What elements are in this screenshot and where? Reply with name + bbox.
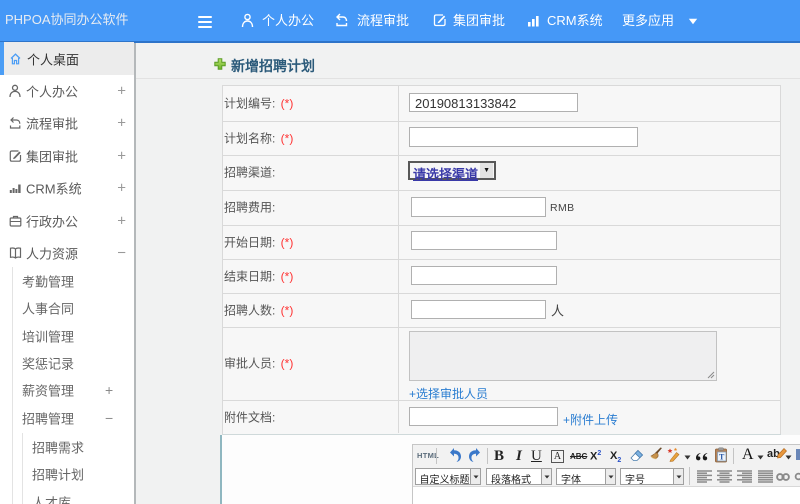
svg-text:T: T: [719, 452, 725, 461]
